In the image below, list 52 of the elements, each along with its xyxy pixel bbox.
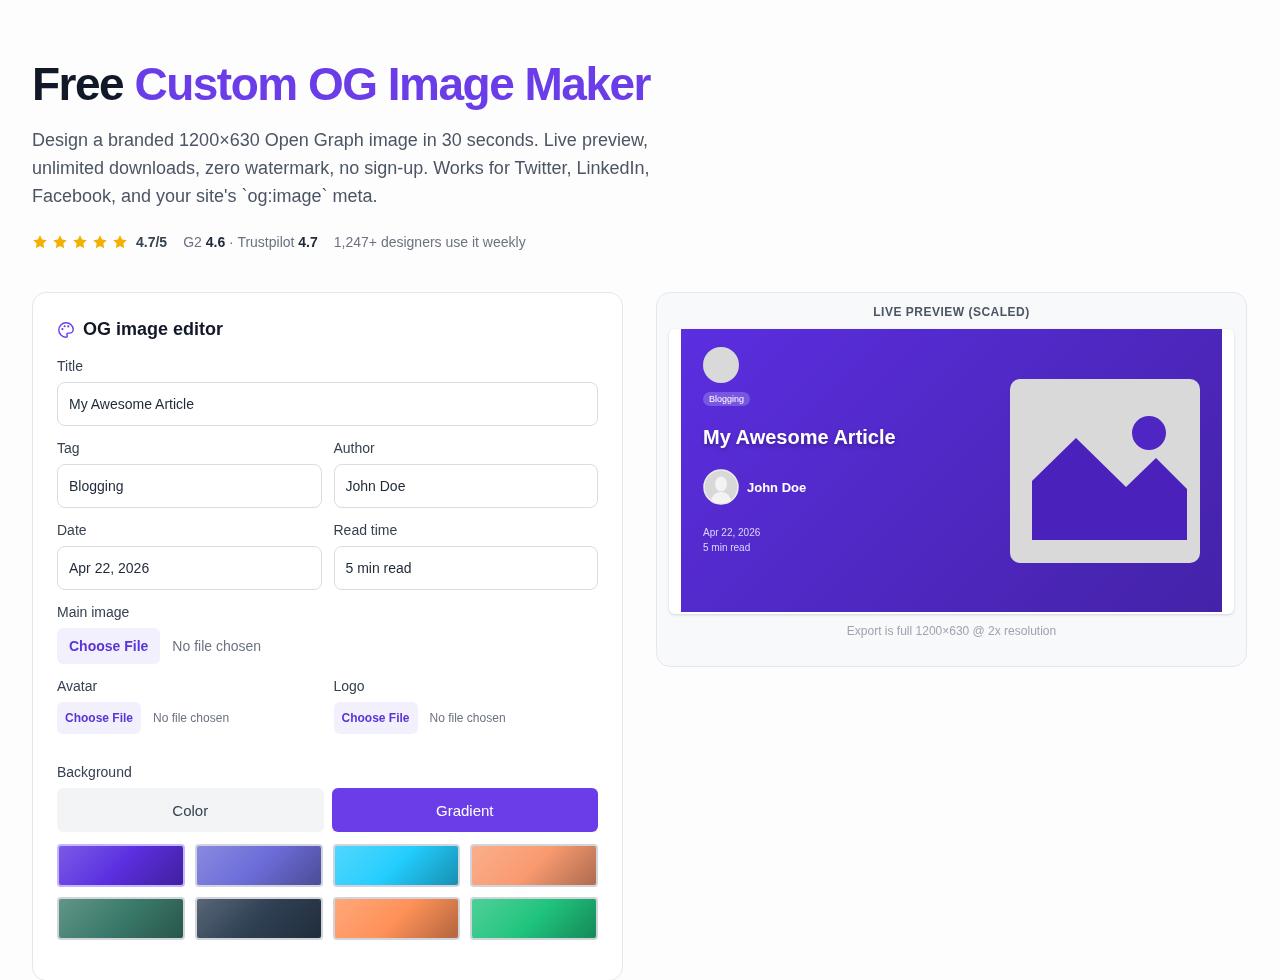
logo-placeholder [703, 347, 739, 383]
text-field[interactable]: John Doe [333, 464, 598, 508]
export-note: Export is full 1200×630 @ 2x resolution [845, 624, 1058, 638]
editor-heading: OG image editor [83, 319, 224, 340]
star-icon [92, 234, 108, 250]
file-status: No file chosen [429, 711, 506, 725]
gradient-swatch[interactable] [57, 844, 185, 887]
rating-sources: G2 4.6 · Trustpilot 4.7 [183, 234, 318, 250]
text-field[interactable]: Blogging [57, 464, 322, 508]
field-label: Read time [333, 522, 399, 538]
text-field[interactable]: Apr 22, 2026 [57, 546, 322, 590]
tag-badge: Blogging [703, 392, 751, 406]
preview-heading: LIVE PREVIEW (SCALED) [872, 305, 1031, 319]
rating-score: 4.7/5 [136, 234, 168, 250]
gradient-swatch[interactable] [194, 844, 323, 887]
palette-icon [57, 320, 75, 339]
page-title: Free Custom OG Image Maker [32, 58, 650, 110]
choose-file-button[interactable]: Choose File [57, 702, 141, 734]
preview-date: Apr 22, 2026 [703, 527, 762, 538]
field-label: Logo [333, 678, 366, 694]
description: Design a branded 1200×630 Open Graph image in 30 seconds. Live preview, unlimited downloads, zero watermark, no sign-up. Works for Twitter, LinkedIn, Facebook, and your site's `og:image` meta. [32, 129, 651, 208]
text-field[interactable]: 5 min read [333, 546, 598, 590]
text-field[interactable]: My Awesome Article [57, 382, 598, 426]
star-icon [32, 234, 48, 250]
preview-title: My Awesome Article [703, 426, 896, 449]
gradient-swatch[interactable] [194, 897, 323, 940]
field-label: Avatar [57, 678, 99, 694]
gradient-swatch[interactable] [57, 897, 185, 940]
field-label: Title [57, 358, 84, 374]
author-name: John Doe [747, 479, 807, 495]
background-mode-tab[interactable]: Gradient [331, 788, 598, 832]
field-label: Main image [57, 604, 131, 620]
preview-read-time: 5 min read [703, 542, 752, 553]
field-label: Date [57, 522, 88, 538]
avatar-icon [703, 469, 739, 505]
file-status: No file chosen [172, 638, 262, 654]
field-label: Author [333, 440, 376, 456]
star-icon [52, 234, 68, 250]
gradient-swatch[interactable] [470, 844, 598, 887]
user-count: 1,247+ designers use it weekly [333, 234, 526, 250]
file-status: No file chosen [153, 711, 230, 725]
image-placeholder-icon [1010, 378, 1200, 563]
star-icon [72, 234, 88, 250]
background-mode-tab[interactable]: Color [57, 788, 324, 832]
gradient-swatch[interactable] [470, 897, 598, 940]
choose-file-button[interactable]: Choose File [57, 628, 161, 664]
choose-file-button[interactable]: Choose File [333, 702, 418, 734]
field-label: Background [57, 764, 133, 780]
gradient-swatch[interactable] [332, 897, 461, 940]
star-icon [112, 234, 128, 250]
gradient-swatch[interactable] [332, 844, 461, 887]
field-label: Tag [57, 440, 81, 456]
